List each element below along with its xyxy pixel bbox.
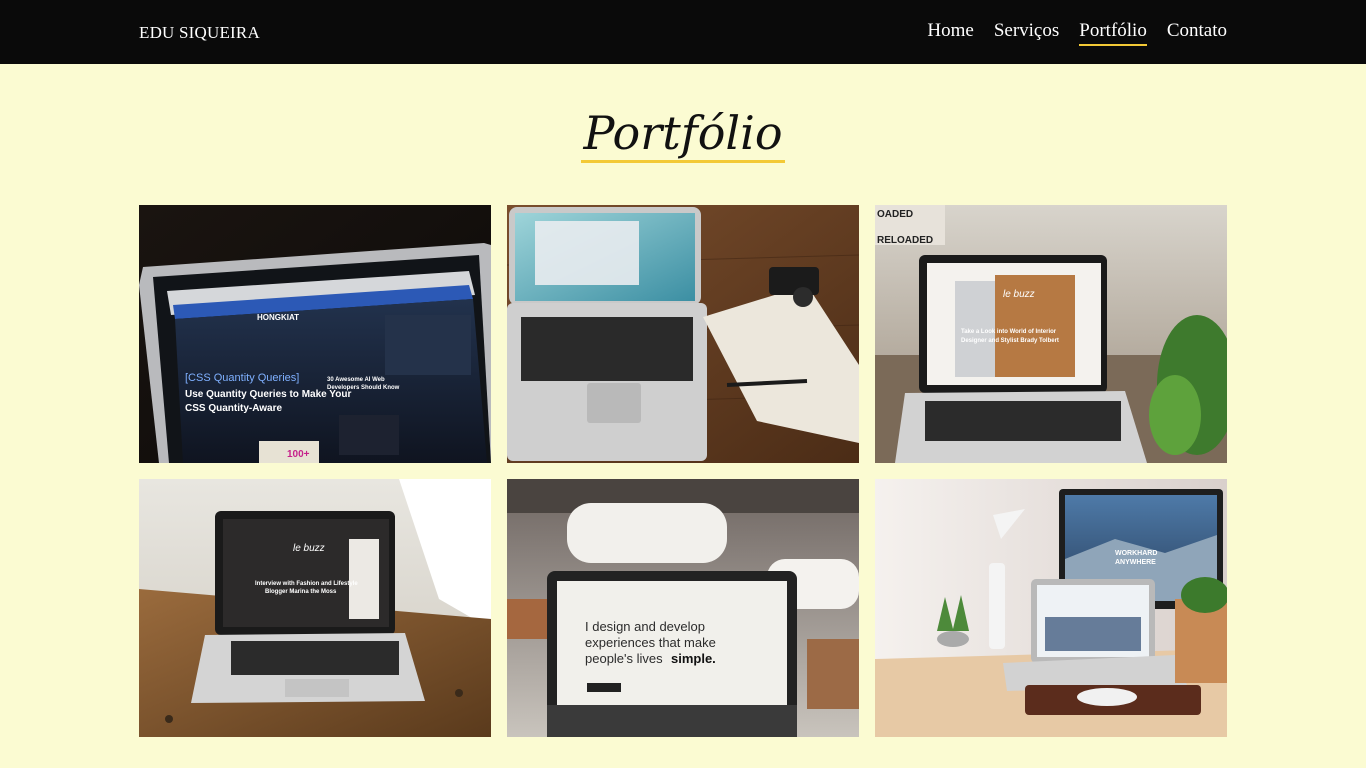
portfolio-item-1[interactable]: HONGKIAT [CSS Quantity Queries] Use Quan… — [139, 205, 491, 463]
workspace-photo-image: WORKHARD ANYWHERE — [875, 479, 1227, 737]
laptop-desk-photo-image — [507, 205, 859, 463]
svg-text:OADED: OADED — [877, 209, 913, 220]
portfolio-item-5[interactable]: I design and develop experiences that ma… — [507, 479, 859, 737]
screen-text: Blogger Marina the Moss — [265, 589, 337, 595]
screen-text: Take a Look into World of Interior — [961, 329, 1057, 335]
nav-link-servicos[interactable]: Serviços — [994, 20, 1059, 44]
main-nav: Home Serviços Portfólio Contato — [927, 20, 1227, 46]
screen-text: 30 Awesome AI Web — [327, 377, 385, 383]
nav-link-home[interactable]: Home — [927, 20, 973, 44]
portfolio-item-6[interactable]: WORKHARD ANYWHERE — [875, 479, 1227, 737]
screen-text: le buzz — [293, 543, 325, 554]
portfolio-item-2[interactable] — [507, 205, 859, 463]
svg-text:RELOADED: RELOADED — [877, 235, 933, 246]
laptop-table-photo-image: le buzz Interview with Fashion and Lifes… — [139, 479, 491, 737]
portfolio-grid: HONGKIAT [CSS Quantity Queries] Use Quan… — [139, 205, 1227, 737]
laptop-outdoor-photo-image: OADED RELOADED le buzz Take a Look into … — [875, 205, 1227, 463]
screen-text: HONGKIAT — [257, 313, 299, 322]
screen-text: WORKHARD — [1115, 550, 1157, 557]
screen-text: CSS Quantity-Aware — [185, 403, 282, 414]
screen-text: experiences that make — [585, 635, 716, 650]
screen-text: le buzz — [1003, 289, 1035, 300]
page-title: Portfólio — [581, 106, 785, 163]
screen-text: [CSS Quantity Queries] — [185, 372, 299, 384]
nav-link-contato[interactable]: Contato — [1167, 20, 1227, 44]
top-navbar: EDU SIQUEIRA Home Serviços Portfólio Con… — [0, 0, 1366, 64]
portfolio-item-3[interactable]: OADED RELOADED le buzz Take a Look into … — [875, 205, 1227, 463]
screen-text: Designer and Stylist Brady Tolbert — [961, 338, 1059, 344]
screen-text: simple. — [671, 651, 716, 666]
brand-logo-text[interactable]: EDU SIQUEIRA — [139, 23, 260, 43]
laptop-photo-image: HONGKIAT [CSS Quantity Queries] Use Quan… — [139, 205, 491, 463]
screen-text: ANYWHERE — [1115, 559, 1156, 566]
laptop-cafe-photo-image: I design and develop experiences that ma… — [507, 479, 859, 737]
portfolio-item-4[interactable]: le buzz Interview with Fashion and Lifes… — [139, 479, 491, 737]
screen-text: Developers Should Know — [327, 385, 400, 391]
screen-text: Interview with Fashion and Lifestyle — [255, 581, 358, 587]
screen-text: people's lives — [585, 651, 663, 666]
screen-text: 100+ — [287, 449, 310, 460]
page-title-wrap: Portfólio — [0, 106, 1366, 163]
nav-link-portfolio[interactable]: Portfólio — [1079, 20, 1147, 46]
screen-text: I design and develop — [585, 619, 705, 634]
